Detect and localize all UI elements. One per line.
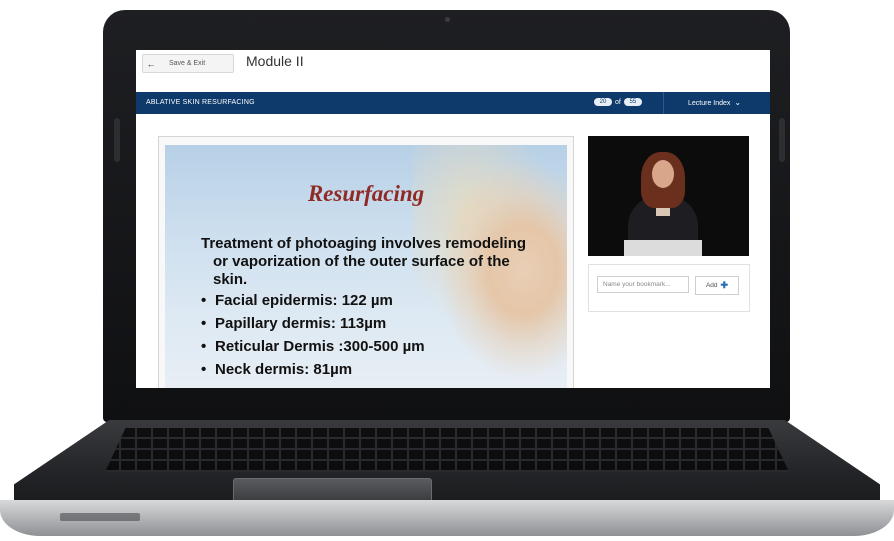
slide-bullet: Neck dermis: 81µm — [201, 361, 531, 379]
speaker-face — [652, 160, 674, 188]
slide-bullet: Reticular Dermis :300-500 µm — [201, 338, 531, 356]
plus-icon: ✚ — [720, 280, 729, 290]
save-exit-label: Save & Exit — [169, 60, 206, 67]
slide-intro-line-2: or vaporization of the outer surface of … — [213, 253, 510, 270]
touchpad — [233, 478, 432, 502]
port-strip — [60, 513, 140, 521]
podium — [624, 240, 702, 256]
lecture-index-dropdown[interactable]: Lecture Index ⌄ — [688, 98, 742, 108]
chevron-down-icon: ⌄ — [734, 98, 742, 107]
slide-bullet: Facial epidermis: 122 µm — [201, 292, 531, 310]
add-bookmark-label: Add — [705, 282, 718, 289]
screen: ← Save & Exit Module II ABLATIVE SKIN RE… — [136, 50, 770, 388]
slide-intro-line-3: skin. — [213, 271, 248, 288]
current-slide-badge[interactable]: 20 — [594, 98, 612, 106]
lid-edge-left — [114, 118, 120, 162]
bookmark-panel: Add ✚ — [588, 264, 750, 312]
lid-edge-right — [779, 118, 785, 162]
top-bar: ← Save & Exit Module II — [136, 50, 770, 90]
webcam — [445, 17, 450, 22]
slide-viewer: Resurfacing Treatment of photoaging invo… — [158, 136, 574, 388]
keyboard — [105, 428, 789, 472]
lecture-video[interactable] — [588, 136, 749, 256]
section-title: ABLATIVE SKIN RESURFACING — [146, 99, 255, 106]
slide-intro: Treatment of photoaging involves remodel… — [201, 235, 531, 289]
slide-intro-line-1: Treatment of photoaging involves remodel… — [201, 235, 527, 252]
save-exit-button[interactable]: ← Save & Exit — [142, 54, 234, 73]
bookmark-name-input[interactable] — [597, 276, 689, 293]
slide-title: Resurfacing — [307, 181, 425, 206]
total-slides-badge: 55 — [623, 98, 642, 106]
of-label: of — [615, 98, 621, 106]
slide-body: Treatment of photoaging involves remodel… — [201, 235, 531, 384]
slide-counter: 20 of 55 — [594, 98, 642, 106]
slide: Resurfacing Treatment of photoaging invo… — [165, 145, 567, 388]
nav-divider — [663, 92, 664, 114]
slide-bullet-list: Facial epidermis: 122 µm Papillary dermi… — [201, 292, 531, 379]
module-title: Module II — [246, 53, 304, 69]
slide-bullet: Papillary dermis: 113µm — [201, 315, 531, 333]
back-arrow-icon: ← — [146, 58, 156, 69]
lecture-index-label: Lecture Index — [688, 100, 731, 107]
section-bar: ABLATIVE SKIN RESURFACING 20 of 55 Lectu… — [136, 92, 770, 114]
add-bookmark-button[interactable]: Add ✚ — [695, 276, 739, 295]
